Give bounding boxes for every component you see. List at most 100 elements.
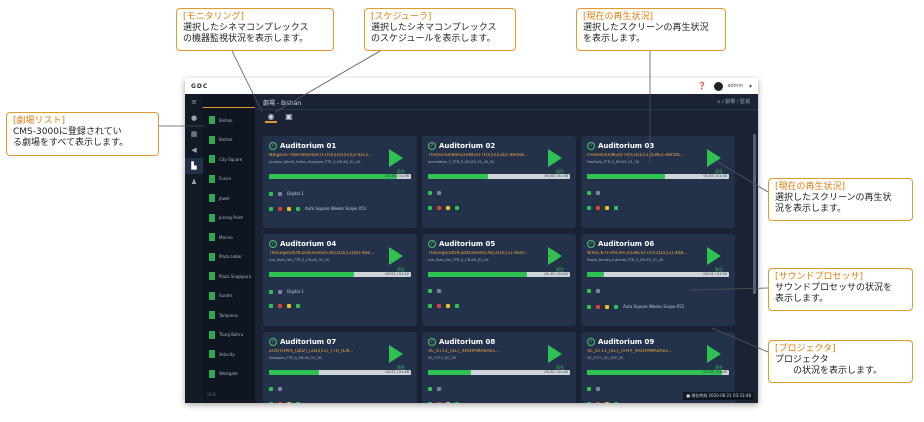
sidebar-item[interactable]: Tampines xyxy=(209,311,238,319)
status-dot-icon xyxy=(428,191,432,195)
progress-fill xyxy=(587,272,605,277)
progress-fill xyxy=(587,370,722,375)
status-check-icon: ✓ xyxy=(428,240,436,248)
header-bar: 劇場 - Bishan ⌂ / 劇場 / 監視 xyxy=(255,94,758,110)
card-header: ✓ Auditorium 09 xyxy=(587,338,654,346)
card-header: ✓ Auditorium 07 xyxy=(269,338,336,346)
sidebar-item-label: Westgate xyxy=(219,371,238,376)
sidebar-item[interactable]: Velocity xyxy=(209,350,235,358)
status-dot-icon xyxy=(455,206,459,210)
status-dot-icon xyxy=(296,206,300,211)
status-dot-icon xyxy=(428,304,432,308)
progress-fill xyxy=(428,370,471,375)
sidebar-footer: v1.0 xyxy=(207,392,216,397)
auditorium-card[interactable]: ✓ Auditorium 06 WRECK-IT-RALPH-2(ENG)(FTR)… xyxy=(581,234,735,326)
menu-icon[interactable]: ≡ xyxy=(185,94,203,110)
content-meta: Jurassic_World_Fallen_Kingdom_FTR_S_EN-X… xyxy=(269,160,361,164)
content-meta: Zootopia_FTR_S_EN-XX_51_2K xyxy=(269,356,322,360)
auditorium-card[interactable]: ✓ Auditorium 07 ZOOTOPIA_(DLV)_(2D)(51)_FT… xyxy=(263,332,417,403)
auditorium-card[interactable]: ✓ Auditorium 04 TheLegendOfLuoXiaoHei(CN)(… xyxy=(263,234,417,326)
status-dot-icon xyxy=(269,206,273,211)
monitoring-callout: [モニタリング] 選択したシネマコンプレックス の機器監視状況を表示します。 xyxy=(176,8,334,51)
auditorium-card[interactable]: ✓ Auditorium 01 NBigFun-TheProtected (FTR)… xyxy=(263,136,417,228)
status-dot-icon xyxy=(269,191,273,196)
auditorium-name: Auditorium 03 xyxy=(598,142,655,150)
status-dot-icon xyxy=(596,387,600,391)
callout-text: 選択したスクリーンの再生状況 を表示します。 xyxy=(583,23,709,44)
calendar-nav-icon[interactable]: ▦ xyxy=(185,126,203,142)
sidebar-item[interactable]: Plaza Lebar xyxy=(209,252,242,261)
monitoring-tab-icon[interactable]: ◉ xyxy=(265,111,277,123)
progress-fill xyxy=(269,370,319,375)
content-title: FreeSolo(ENG)(FTR)(2D)(51)(ENG)-4bf5fb..… xyxy=(587,153,685,158)
sidebar-item[interactable]: Bishan xyxy=(209,116,232,124)
play-icon[interactable] xyxy=(548,247,562,265)
card-header: ✓ Auditorium 02 xyxy=(428,142,495,150)
auditorium-card[interactable]: ✓ Auditorium 08 VE_0711_(SC)_XROYAMA0A01..… xyxy=(422,332,576,403)
chevron-down-icon[interactable]: ▾ xyxy=(749,83,752,90)
content-title: VE_0711_(SC)_XROYAMA0A01... xyxy=(428,349,500,354)
auditorium-card[interactable]: ✓ Auditorium 02 TheIncredibles2(ENG)(FTR)(… xyxy=(422,136,576,228)
help-icon[interactable]: ❓ xyxy=(698,82,707,90)
theater-nav-icon[interactable]: ▙ xyxy=(185,158,203,174)
user-name[interactable]: admin xyxy=(727,83,743,89)
play-icon[interactable] xyxy=(389,345,403,363)
sound-label: Auto Square Weeks Scope 051 xyxy=(305,206,367,211)
play-icon[interactable] xyxy=(707,149,721,167)
status-dot-icon xyxy=(278,402,282,403)
callout-title: [サウンドプロセッサ] xyxy=(775,272,864,282)
user-nav-icon[interactable]: ♟ xyxy=(185,174,203,190)
sidebar-item[interactable]: Jewel xyxy=(209,194,229,202)
user-avatar-icon[interactable] xyxy=(714,81,724,91)
sidebar-item-label: Funan xyxy=(219,176,232,181)
theater-chip-icon xyxy=(209,213,215,222)
content-title: WRECK-IT-RALPH-2(ENG)(FTR)(2D)(51)-4bb..… xyxy=(587,251,688,256)
sidebar-item[interactable]: Marina xyxy=(209,233,233,241)
sidebar-item[interactable]: Jurong Point xyxy=(209,213,243,222)
sound-processor-row xyxy=(428,206,470,210)
theater-chip-icon xyxy=(209,194,215,202)
sidebar-item-label: Tiong Bahru xyxy=(219,332,244,337)
status-dot-icon xyxy=(587,206,591,210)
theater-chip-icon xyxy=(209,233,215,241)
play-icon[interactable] xyxy=(548,149,562,167)
status-dot-icon xyxy=(614,304,618,309)
sound-processor-row xyxy=(587,402,629,403)
play-icon[interactable] xyxy=(548,345,562,363)
sidebar-item[interactable]: Funan xyxy=(209,174,232,183)
sidebar-item[interactable]: Tiong Bahru xyxy=(209,330,244,339)
sidebar-item-label: Bishan xyxy=(219,117,233,123)
sidebar-item[interactable]: Suntec xyxy=(209,291,233,300)
play-icon[interactable] xyxy=(707,247,721,265)
scheduler-tab-icon[interactable]: ▣ xyxy=(283,111,295,123)
card-header: ✓ Auditorium 03 xyxy=(587,142,654,150)
sidebar-item[interactable]: Plaza Singapura xyxy=(209,272,251,280)
status-dot-icon xyxy=(446,402,450,403)
callout-text: CMS-3000に登録されてい る劇場をすべて表示します。 xyxy=(13,127,129,148)
sidebar-item[interactable]: Bishan xyxy=(209,135,232,144)
projector-status-row xyxy=(587,289,611,293)
auditorium-card[interactable]: ✓ Auditorium 03 FreeSolo(ENG)(FTR)(2D)(51)… xyxy=(581,136,735,228)
play-icon[interactable] xyxy=(389,247,403,265)
status-dot-icon xyxy=(587,304,591,309)
sound-nav-icon[interactable]: ◀ xyxy=(185,142,203,158)
sidebar-item[interactable]: City Square xyxy=(209,155,242,163)
auditorium-card[interactable]: ✓ Auditorium 05 TheLegendOfLuoXiaoHei(CN)(… xyxy=(422,234,576,326)
content-title: ZOOTOPIA_(DLV)_(2D)(51)_FTR_(EN... xyxy=(269,349,354,354)
monitor-nav-icon[interactable]: ● xyxy=(185,110,203,126)
callout-text: プロジェクタ の状況を表示します。 xyxy=(775,355,883,376)
theater-chip-icon xyxy=(209,330,215,339)
play-icon[interactable] xyxy=(707,345,721,363)
sound-processor-row xyxy=(428,402,470,403)
auditorium-name: Auditorium 08 xyxy=(439,338,496,346)
scrollbar[interactable] xyxy=(753,134,756,294)
play-icon[interactable] xyxy=(389,149,403,167)
theater-title: 劇場 - Bishan xyxy=(263,100,302,107)
theater-list: Bishan Bishan City Square Funan Jewel Jurong … xyxy=(203,94,255,403)
sound-processor-callout: [サウンドプロセッサ] サウンドプロセッサの状況を 表示します。 xyxy=(768,268,913,311)
projector-status-row xyxy=(269,387,293,391)
theater-list-callout: [劇場リスト] CMS-3000に登録されてい る劇場をすべて表示します。 xyxy=(6,112,159,156)
status-dot-icon xyxy=(428,387,432,391)
sidebar-item[interactable]: Westgate xyxy=(209,369,238,378)
status-dot-icon xyxy=(278,289,282,294)
